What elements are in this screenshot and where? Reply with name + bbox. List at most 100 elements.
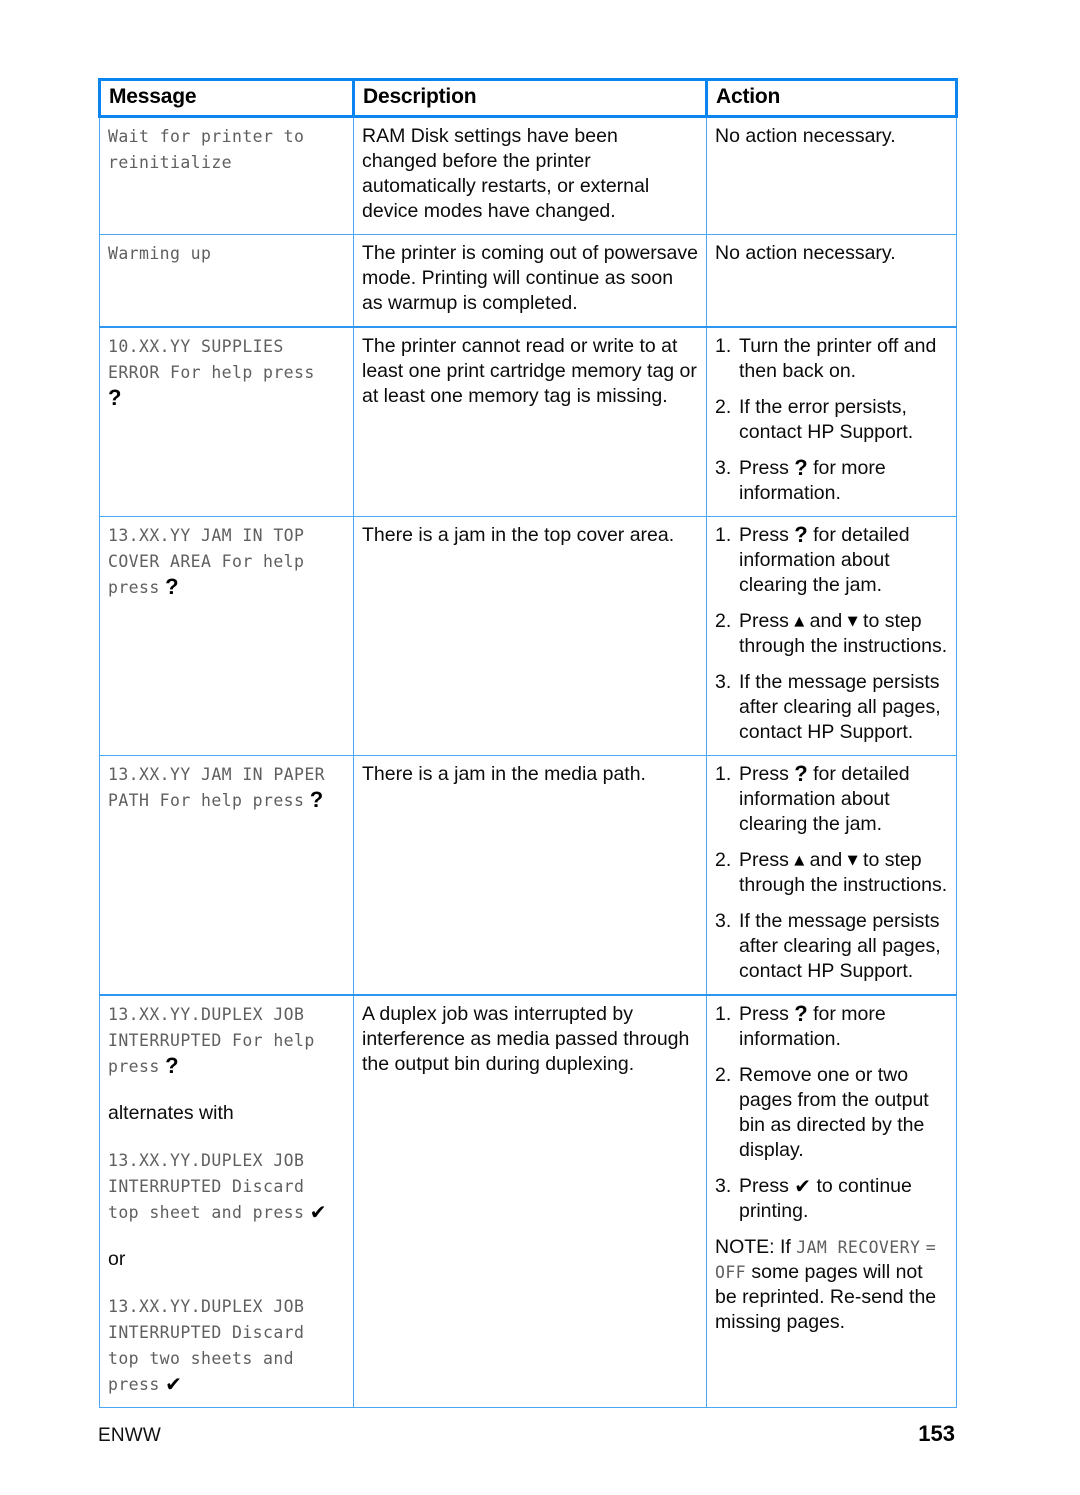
step-text-pre: Press xyxy=(739,524,795,546)
table-header-row: Message Description Action xyxy=(98,78,958,118)
step-text: Remove one or two pages from the output … xyxy=(739,1064,929,1161)
cell-description: The printer is coming out of powersave m… xyxy=(353,234,707,328)
or-label: or xyxy=(108,1248,126,1270)
step-text-pre: Press xyxy=(739,610,795,632)
printer-messages-table: Message Description Action Wait for prin… xyxy=(98,78,958,1408)
table-row: 10.XX.YY SUPPLIES ERROR For help press ?… xyxy=(99,326,957,517)
table-header: Message Description Action xyxy=(98,78,958,118)
lcd-message-line: 13.XX.YY JAM IN TOP xyxy=(108,526,305,545)
note-prefix: NOTE: If xyxy=(715,1236,797,1258)
action-step: 2. Remove one or two pages from the outp… xyxy=(715,1063,948,1163)
cell-action: No action necessary. xyxy=(706,116,957,235)
lcd-message-line: press xyxy=(108,1057,160,1076)
column-header-action: Action xyxy=(705,78,958,118)
cell-description: RAM Disk settings have been changed befo… xyxy=(353,116,707,235)
note-suffix: some pages will not be reprinted. Re-sen… xyxy=(715,1261,937,1333)
cell-action: 1. Turn the printer off and then back on… xyxy=(706,326,957,517)
step-number: 2. xyxy=(715,849,732,871)
page-footer: ENWW 153 xyxy=(98,1421,955,1447)
note-block: NOTE: If JAM RECOVERY = OFF some pages w… xyxy=(715,1235,948,1335)
step-number: 1. xyxy=(715,763,732,785)
cell-message: 13.XX.YY.DUPLEX JOB INTERRUPTED For help… xyxy=(99,994,354,1408)
lcd-message-line: COVER AREA For help xyxy=(108,552,305,571)
lcd-message-line: PATH For help press xyxy=(108,791,305,810)
help-question-icon: ? xyxy=(794,455,808,480)
step-number: 1. xyxy=(715,335,732,357)
help-question-icon: ? xyxy=(165,574,179,599)
action-text: No action necessary. xyxy=(715,242,896,264)
lcd-message-line: reinitialize xyxy=(108,153,233,172)
cell-description: There is a jam in the media path. xyxy=(353,755,707,996)
action-step: 2. Press ▲ and ▼ to step through the ins… xyxy=(715,848,948,898)
cell-message: 13.XX.YY JAM IN PAPER PATH For help pres… xyxy=(99,755,354,996)
step-number: 3. xyxy=(715,457,732,479)
step-text-pre: Press xyxy=(739,763,795,785)
document-page: Message Description Action Wait for prin… xyxy=(0,0,1080,1495)
action-step: 3. Press ✔ to continue printing. xyxy=(715,1174,948,1224)
lcd-setting-name: JAM RECOVERY xyxy=(796,1238,921,1257)
action-step: 3. If the message persists after clearin… xyxy=(715,670,948,745)
help-question-icon: ? xyxy=(794,761,808,786)
cell-message: 13.XX.YY JAM IN TOP COVER AREA For help … xyxy=(99,516,354,756)
lcd-message-line: press xyxy=(108,578,160,597)
cell-message: 10.XX.YY SUPPLIES ERROR For help press ? xyxy=(99,326,354,517)
action-step: 1. Press ? for more information. xyxy=(715,1002,948,1052)
action-step-list: 1. Press ? for detailed information abou… xyxy=(715,762,948,984)
step-text-pre: Press xyxy=(739,457,795,479)
table-row: 13.XX.YY JAM IN TOP COVER AREA For help … xyxy=(99,516,957,756)
step-number: 1. xyxy=(715,1003,732,1025)
action-step: 2. If the error persists, contact HP Sup… xyxy=(715,395,948,445)
step-number: 2. xyxy=(715,396,732,418)
step-number: 3. xyxy=(715,910,732,932)
lcd-message-line: INTERRUPTED Discard xyxy=(108,1323,305,1342)
action-step-list: 1. Turn the printer off and then back on… xyxy=(715,334,948,506)
table-row: 13.XX.YY JAM IN PAPER PATH For help pres… xyxy=(99,755,957,996)
action-step: 3. Press ? for more information. xyxy=(715,456,948,506)
lcd-message-line: top sheet and press xyxy=(108,1203,305,1222)
step-number: 3. xyxy=(715,1175,732,1197)
lcd-message-line: 13.XX.YY.DUPLEX JOB xyxy=(108,1005,305,1024)
cell-message: Warming up xyxy=(99,234,354,328)
cell-action: 1. Press ? for more information. 2. Remo… xyxy=(706,994,957,1408)
lcd-message-line: 13.XX.YY.DUPLEX JOB xyxy=(108,1297,305,1316)
lcd-message-line: 13.XX.YY.DUPLEX JOB xyxy=(108,1151,305,1170)
arrow-up-icon: ▲ xyxy=(794,614,805,629)
footer-locale: ENWW xyxy=(98,1425,162,1446)
help-question-icon: ? xyxy=(165,1053,179,1078)
cell-action: 1. Press ? for detailed information abou… xyxy=(706,516,957,756)
cell-description: A duplex job was interrupted by interfer… xyxy=(353,994,707,1408)
lcd-message-line: press xyxy=(108,1375,160,1394)
arrow-down-icon: ▼ xyxy=(847,853,858,868)
step-text-mid: and xyxy=(804,849,848,871)
table-body: Wait for printer to reinitialize RAM Dis… xyxy=(99,116,957,1408)
step-number: 2. xyxy=(715,1064,732,1086)
step-text: Turn the printer off and then back on. xyxy=(739,335,937,382)
lcd-message-line: top two sheets and xyxy=(108,1349,295,1368)
help-question-icon: ? xyxy=(794,522,808,547)
step-text-mid: and xyxy=(804,610,848,632)
help-question-icon: ? xyxy=(309,787,324,812)
step-text: If the message persists after clearing a… xyxy=(739,910,941,982)
checkmark-icon: ✔ xyxy=(309,1200,327,1224)
step-text: If the message persists after clearing a… xyxy=(739,671,941,743)
action-step-list: 1. Press ? for detailed information abou… xyxy=(715,523,948,745)
help-question-icon: ? xyxy=(794,1001,808,1026)
table-row: 13.XX.YY.DUPLEX JOB INTERRUPTED For help… xyxy=(99,994,957,1408)
step-text-pre: Press xyxy=(739,849,795,871)
lcd-message-line: INTERRUPTED For help xyxy=(108,1031,315,1050)
checkmark-icon: ✔ xyxy=(165,1372,182,1396)
cell-message: Wait for printer to reinitialize xyxy=(99,116,354,235)
lcd-message-line: Wait for printer to xyxy=(108,127,305,146)
arrow-down-icon: ▼ xyxy=(847,614,858,629)
action-step: 2. Press ▲ and ▼ to step through the ins… xyxy=(715,609,948,659)
help-question-icon: ? xyxy=(108,385,122,410)
cell-action: 1. Press ? for detailed information abou… xyxy=(706,755,957,996)
action-step-list: 1. Press ? for more information. 2. Remo… xyxy=(715,1002,948,1224)
step-number: 3. xyxy=(715,671,732,693)
step-number: 1. xyxy=(715,524,732,546)
alternates-with-label: alternates with xyxy=(108,1102,234,1124)
